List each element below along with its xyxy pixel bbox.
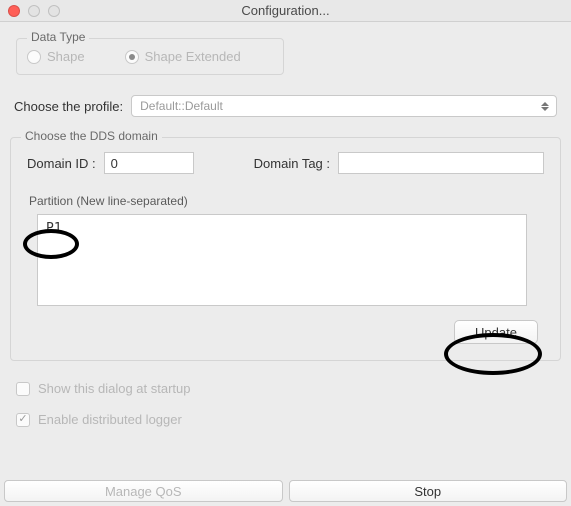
partition-label: Partition (New line-separated) xyxy=(29,194,544,208)
checkbox-icon xyxy=(16,382,30,396)
bottom-bar: Manage QoS Stop xyxy=(4,480,567,502)
radio-shape: Shape xyxy=(27,49,85,64)
window-title: Configuration... xyxy=(0,3,571,18)
dds-domain-group: Choose the DDS domain Domain ID : Domain… xyxy=(10,137,561,361)
manage-qos-button: Manage QoS xyxy=(4,480,283,502)
titlebar: Configuration... xyxy=(0,0,571,22)
domain-tag-label: Domain Tag : xyxy=(254,156,330,171)
dds-group-label: Choose the DDS domain xyxy=(21,129,162,143)
datatype-group: Data Type Shape Shape Extended xyxy=(16,38,284,75)
profile-row: Choose the profile: Default::Default xyxy=(14,95,557,117)
show-startup-label: Show this dialog at startup xyxy=(38,381,190,396)
partition-input[interactable] xyxy=(37,214,527,306)
show-startup-checkbox: Show this dialog at startup xyxy=(16,381,555,396)
enable-logger-label: Enable distributed logger xyxy=(38,412,182,427)
domain-tag-input[interactable] xyxy=(338,152,544,174)
chevron-updown-icon xyxy=(540,101,550,111)
enable-logger-checkbox: ✓ Enable distributed logger xyxy=(16,412,555,427)
domain-id-input[interactable] xyxy=(104,152,194,174)
profile-selected-value: Default::Default xyxy=(140,99,223,113)
radio-shape-extended-label: Shape Extended xyxy=(145,49,241,64)
domain-id-label: Domain ID : xyxy=(27,156,96,171)
update-button[interactable]: Update xyxy=(454,320,538,344)
datatype-group-label: Data Type xyxy=(27,30,89,44)
stop-button[interactable]: Stop xyxy=(289,480,568,502)
radio-icon xyxy=(27,50,41,64)
radio-icon xyxy=(125,50,139,64)
profile-select[interactable]: Default::Default xyxy=(131,95,557,117)
radio-shape-extended: Shape Extended xyxy=(125,49,241,64)
radio-shape-label: Shape xyxy=(47,49,85,64)
checkbox-icon: ✓ xyxy=(16,413,30,427)
profile-label: Choose the profile: xyxy=(14,99,123,114)
